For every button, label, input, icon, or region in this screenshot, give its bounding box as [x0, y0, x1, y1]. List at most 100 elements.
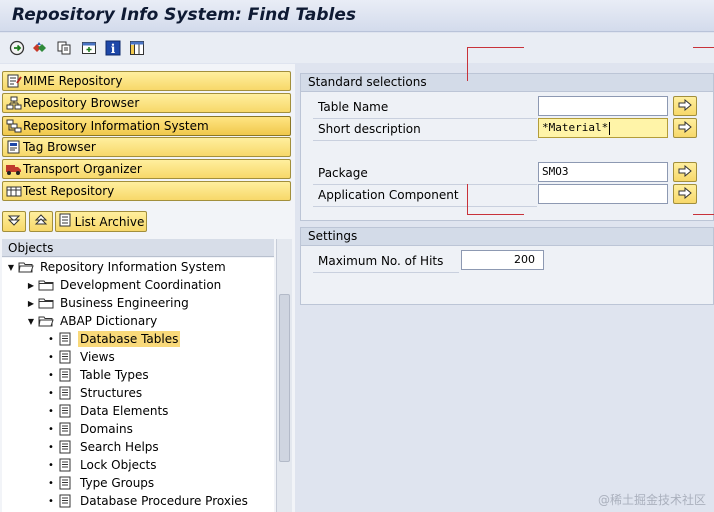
- new-window-icon[interactable]: [80, 39, 97, 56]
- bullet-icon: •: [48, 441, 54, 453]
- list-archive-button[interactable]: List Archive: [55, 211, 147, 232]
- text-cursor: [609, 121, 611, 135]
- tree-item[interactable]: • Database Procedure Proxies: [2, 492, 274, 510]
- document-icon: [58, 386, 74, 400]
- annotation-line: [467, 214, 524, 215]
- arrow-right-icon: [678, 98, 692, 114]
- max-hits-label: Maximum No. of Hits: [318, 254, 444, 268]
- collapse-button[interactable]: [2, 211, 26, 232]
- tree-item[interactable]: ▶ Development Coordination: [2, 276, 274, 294]
- arrow-right-icon: [678, 186, 692, 202]
- tree-item-label: Domains: [80, 422, 133, 436]
- field-separator: [313, 272, 459, 273]
- application-component-input[interactable]: [538, 184, 668, 204]
- title-bar: Repository Info System: Find Tables: [0, 0, 714, 32]
- bullet-icon: •: [48, 477, 54, 489]
- table-name-select-button[interactable]: [673, 96, 697, 116]
- hierarchy-icon: [5, 95, 22, 111]
- mime-icon: [5, 73, 22, 89]
- field-separator: [313, 184, 537, 185]
- tree-item[interactable]: • Lock Objects: [2, 456, 274, 474]
- transport-organizer-button[interactable]: Transport Organizer: [2, 159, 291, 179]
- svg-text:i: i: [110, 42, 115, 56]
- layout-icon[interactable]: [128, 39, 145, 56]
- settings-group: Settings Maximum No. of Hits 200: [300, 227, 714, 305]
- field-separator: [313, 140, 537, 141]
- window-title: Repository Info System: Find Tables: [12, 5, 357, 25]
- annotation-line: [467, 47, 468, 81]
- package-select-button[interactable]: [673, 162, 697, 182]
- annotation-line: [467, 47, 524, 48]
- bullet-icon: •: [48, 495, 54, 507]
- application-component-select-button[interactable]: [673, 184, 697, 204]
- field-separator: [313, 118, 537, 119]
- annotation-line: [467, 184, 468, 215]
- tree-item[interactable]: • Database Tables: [2, 330, 274, 348]
- tree-item[interactable]: • Structures: [2, 384, 274, 402]
- bullet-icon: •: [48, 423, 54, 435]
- mime-repository-button[interactable]: MIME Repository: [2, 71, 291, 91]
- tree-item-label: Type Groups: [80, 476, 155, 490]
- list-archive-icon: [58, 213, 72, 230]
- object-tree: ▼ Repository Information System ▶ Developme…: [2, 258, 274, 512]
- expand-button[interactable]: [29, 211, 53, 232]
- package-input[interactable]: SMO3: [538, 162, 668, 182]
- tree-item-label: Views: [80, 350, 115, 364]
- table-name-label: Table Name: [318, 100, 389, 114]
- expanded-arrow-icon[interactable]: ▼: [6, 263, 16, 272]
- short-description-input[interactable]: *Material*: [538, 118, 668, 138]
- collapse-icon: [7, 214, 21, 229]
- tree-item[interactable]: ▼ ABAP Dictionary: [2, 312, 274, 330]
- tree-item-label: Development Coordination: [60, 278, 222, 292]
- bullet-icon: •: [48, 459, 54, 471]
- arrow-right-icon: [678, 164, 692, 180]
- scrollbar-thumb[interactable]: [279, 294, 290, 462]
- document-icon: [58, 440, 74, 454]
- tag-icon: [5, 139, 22, 155]
- expanded-arrow-icon[interactable]: ▼: [26, 317, 36, 326]
- table-name-input[interactable]: [538, 96, 668, 116]
- tag-browser-button[interactable]: Tag Browser: [2, 137, 291, 157]
- repository-information-system-button[interactable]: Repository Information System: [2, 116, 291, 136]
- tree-item-label: Database Tables: [78, 331, 181, 347]
- tree-item[interactable]: • Search Helps: [2, 438, 274, 456]
- navigation-pane: MIME Repository Repository Browser Repos…: [0, 64, 295, 512]
- short-description-label: Short description: [318, 122, 421, 136]
- collapsed-arrow-icon[interactable]: ▶: [26, 299, 36, 308]
- tree-item-label: Table Types: [80, 368, 149, 382]
- repository-browser-button[interactable]: Repository Browser: [2, 93, 291, 113]
- tree-item-label: Lock Objects: [80, 458, 157, 472]
- tree-item[interactable]: ▼ Repository Information System: [2, 258, 274, 276]
- tree-item[interactable]: • Type Groups: [2, 474, 274, 492]
- folder-icon: [38, 278, 54, 292]
- truck-icon: [5, 161, 22, 177]
- document-icon: [58, 368, 74, 382]
- document-icon: [58, 476, 74, 490]
- other-object-icon[interactable]: [31, 39, 48, 56]
- selection-pane: Standard selections Table Name Short des…: [298, 64, 714, 512]
- standard-selections-header: Standard selections: [301, 74, 713, 92]
- folder-open-icon: [18, 260, 34, 274]
- max-hits-input[interactable]: 200: [461, 250, 544, 270]
- application-toolbar: i: [0, 33, 714, 63]
- tree-item-label: Structures: [80, 386, 143, 400]
- document-icon: [58, 404, 74, 418]
- copy-icon[interactable]: [55, 39, 72, 56]
- tree-scrollbar[interactable]: [276, 239, 292, 512]
- tree-item[interactable]: • Domains: [2, 420, 274, 438]
- info-icon[interactable]: i: [104, 39, 121, 56]
- tree-item-label: Business Engineering: [60, 296, 189, 310]
- tree-item[interactable]: • Data Elements: [2, 402, 274, 420]
- test-icon: [5, 183, 22, 199]
- tree-item[interactable]: • Table Types: [2, 366, 274, 384]
- execute-icon[interactable]: [8, 39, 25, 56]
- tree-item[interactable]: ▶ Business Engineering: [2, 294, 274, 312]
- tree-item[interactable]: • Views: [2, 348, 274, 366]
- collapsed-arrow-icon[interactable]: ▶: [26, 281, 36, 290]
- objects-header: Objects: [2, 239, 274, 257]
- tree-item-label: ABAP Dictionary: [60, 314, 158, 328]
- short-description-select-button[interactable]: [673, 118, 697, 138]
- test-repository-button[interactable]: Test Repository: [2, 181, 291, 201]
- folder-open-icon: [38, 314, 54, 328]
- document-icon: [58, 332, 74, 346]
